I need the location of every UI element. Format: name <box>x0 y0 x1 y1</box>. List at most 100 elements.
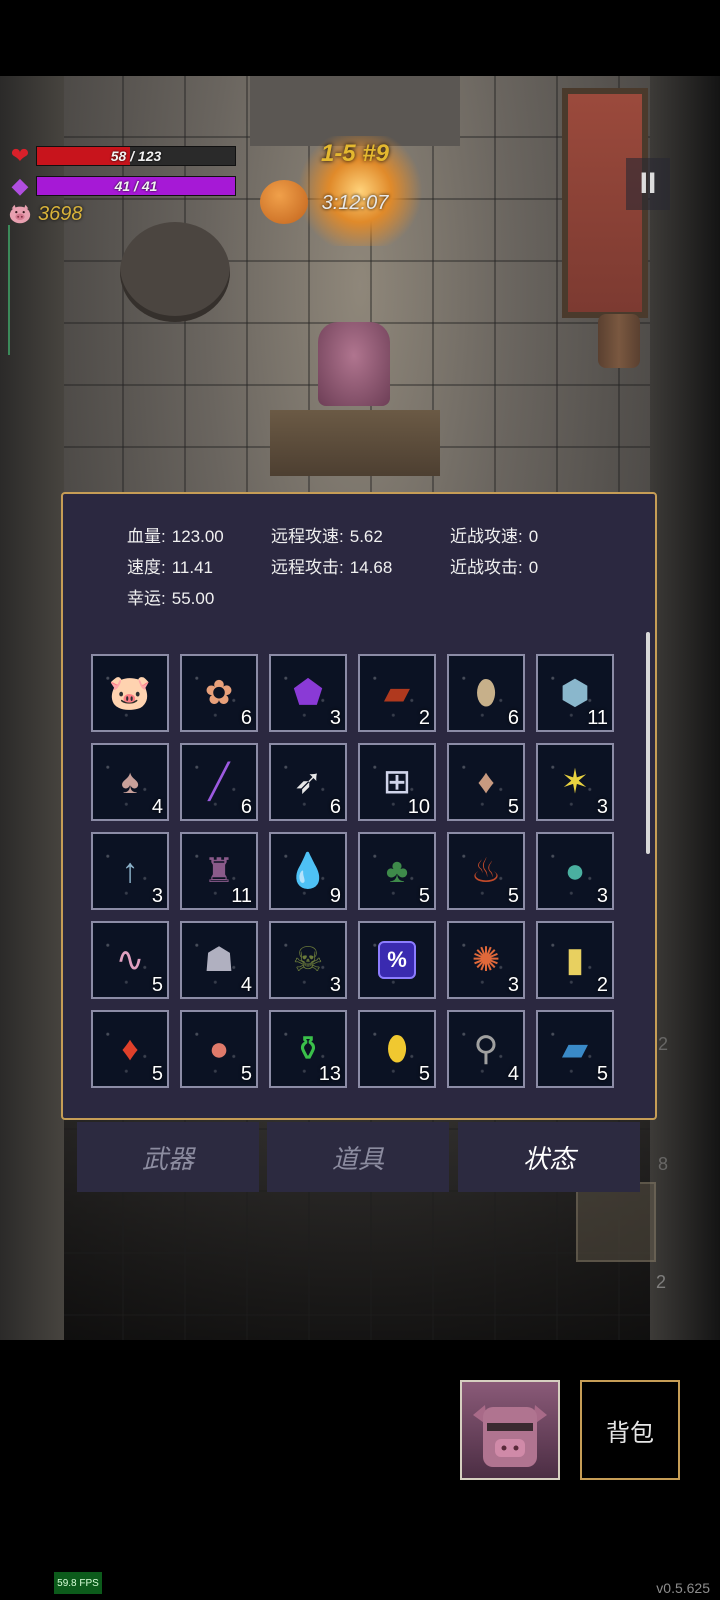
inventory-slot[interactable]: ⊞ 10 <box>358 743 436 821</box>
stat-ranged-speed-label: 远程攻速: <box>271 527 344 546</box>
stat-luck: 幸运: 55.00 <box>127 584 214 609</box>
stat-ranged-attack-value: 14.68 <box>349 558 393 577</box>
pause-button[interactable]: II <box>626 158 670 210</box>
inventory-slot[interactable]: ▰ 2 <box>358 654 436 732</box>
item-count: 5 <box>507 796 519 818</box>
item-count: 5 <box>151 1063 163 1085</box>
hp-text: 58 / 123 <box>110 148 162 164</box>
item-count: 3 <box>151 885 163 907</box>
stat-hp-label: 血量: <box>127 527 166 546</box>
pig-character <box>318 322 390 406</box>
inventory-slot[interactable]: ♦ 5 <box>91 1010 169 1088</box>
inventory-slot[interactable]: ✺ 3 <box>447 921 525 999</box>
item-count: 4 <box>240 974 252 996</box>
item-scrollbar[interactable] <box>646 632 650 854</box>
tab-status[interactable]: 状态 <box>458 1122 640 1192</box>
right-wall <box>650 76 720 1340</box>
item-count: 2 <box>596 974 608 996</box>
top-black-bar <box>0 0 720 76</box>
inventory-slot[interactable]: ⚱ 13 <box>269 1010 347 1088</box>
inventory-slot[interactable]: ╱ 6 <box>180 743 258 821</box>
stat-melee-speed-value: 0 <box>528 527 539 546</box>
inventory-slot[interactable]: ♣ 5 <box>358 832 436 910</box>
percent-glyph: % <box>378 941 416 979</box>
inventory-slot[interactable]: ● 5 <box>180 1010 258 1088</box>
wooden-table <box>270 410 440 476</box>
gold-row: 3698 <box>8 202 83 226</box>
item-count: 5 <box>596 1063 608 1085</box>
inventory-slot[interactable]: ☗ 4 <box>180 921 258 999</box>
side-number: 8 <box>658 1154 669 1174</box>
stat-ranged-attack: 远程攻击: 14.68 <box>271 553 392 578</box>
timer: 3:12:07 <box>321 192 389 214</box>
inventory-slot[interactable]: ➶ 6 <box>269 743 347 821</box>
stat-luck-value: 55.00 <box>171 589 215 608</box>
heart-icon: ❤ <box>10 143 30 168</box>
inventory-slot[interactable]: ● 3 <box>536 832 614 910</box>
stat-ranged-speed: 远程攻速: 5.62 <box>271 522 383 547</box>
piggy-bank-icon: 🐷 <box>108 674 152 712</box>
mana-row: ◆ 41 / 41 <box>8 174 236 198</box>
item-count: 13 <box>318 1063 341 1085</box>
item-count: 5 <box>240 1063 252 1085</box>
stat-melee-attack-value: 0 <box>528 558 539 577</box>
fps-counter: 59.8 FPS <box>54 1572 102 1594</box>
round-table <box>120 222 230 322</box>
inventory-slot[interactable]: ✶ 3 <box>536 743 614 821</box>
stat-hp: 血量: 123.00 <box>127 522 224 547</box>
inventory-slot[interactable]: ♨ 5 <box>447 832 525 910</box>
stat-luck-label: 幸运: <box>127 589 166 608</box>
item-count: 11 <box>231 885 252 907</box>
pig-portrait-icon <box>473 1405 547 1467</box>
inventory-slot[interactable]: ⚲ 4 <box>447 1010 525 1088</box>
inventory-slot[interactable]: % <box>358 921 436 999</box>
character-portrait-button[interactable] <box>460 1380 560 1480</box>
inventory-slot[interactable]: ▮ 2 <box>536 921 614 999</box>
hp-row: ❤ 58 / 123 <box>8 144 236 168</box>
side-indicator-line <box>8 225 10 355</box>
inventory-slot[interactable]: ∿ 5 <box>91 921 169 999</box>
barrel <box>598 314 640 368</box>
item-count: 6 <box>329 796 341 818</box>
item-count: 4 <box>151 796 163 818</box>
stat-speed-value: 11.41 <box>171 558 214 577</box>
stat-speed-label: 速度: <box>127 558 166 577</box>
level-label: 1-5 #9 <box>320 140 390 167</box>
tab-weapons[interactable]: 武器 <box>77 1122 259 1192</box>
inventory-slot[interactable]: ♜ 11 <box>180 832 258 910</box>
inventory-slot[interactable]: ☠ 3 <box>269 921 347 999</box>
inventory-slot[interactable]: ♠ 4 <box>91 743 169 821</box>
percent-tile-icon: % <box>360 923 434 997</box>
inventory-slot[interactable]: ⬟ 3 <box>269 654 347 732</box>
side-number: 2 <box>656 1272 667 1292</box>
stat-melee-attack-label: 近战攻击: <box>450 558 523 577</box>
item-count: 11 <box>587 707 608 729</box>
stat-speed: 速度: 11.41 <box>127 553 213 578</box>
mana-bar: 41 / 41 <box>36 176 236 196</box>
inventory-slot[interactable]: 🐷 <box>91 654 169 732</box>
inventory-slot[interactable]: ▰ 5 <box>536 1010 614 1088</box>
inventory-slot[interactable]: ⬮ 6 <box>447 654 525 732</box>
inventory-slot[interactable]: ⬢ 11 <box>536 654 614 732</box>
diamond-icon: ◆ <box>11 173 29 198</box>
item-count: 5 <box>151 974 163 996</box>
item-count: 3 <box>596 796 608 818</box>
tab-items[interactable]: 道具 <box>267 1122 449 1192</box>
item-count: 3 <box>329 707 341 729</box>
item-count: 3 <box>507 974 519 996</box>
inventory-slot[interactable]: ♦ 5 <box>447 743 525 821</box>
stat-melee-speed: 近战攻速: 0 <box>450 522 538 547</box>
inventory-slot[interactable]: 💧 9 <box>269 832 347 910</box>
item-count: 6 <box>240 707 252 729</box>
item-count: 9 <box>329 885 341 907</box>
item-grid: 🐷 ✿ 6 ⬟ 3 ▰ 2 ⬮ 6 ⬢ 11 ♠ 4 ╱ 6 ➶ 6 ⊞ 10 ♦ 5 ✶ 3 ↑ 3 ♜ 11 💧 9 ♣ 5 ♨ 5 ● 3 ∿ 5… <box>91 654 631 1118</box>
mana-text: 41 / 41 <box>114 178 158 194</box>
inventory-slot[interactable]: ✿ 6 <box>180 654 258 732</box>
item-count: 4 <box>507 1063 519 1085</box>
inventory-slot[interactable]: ⬮ 5 <box>358 1010 436 1088</box>
stat-ranged-speed-value: 5.62 <box>349 527 383 546</box>
item-count: 3 <box>596 885 608 907</box>
backpack-button[interactable]: 背包 <box>580 1380 680 1480</box>
inventory-slot[interactable]: ↑ 3 <box>91 832 169 910</box>
stat-hp-value: 123.00 <box>171 527 224 546</box>
